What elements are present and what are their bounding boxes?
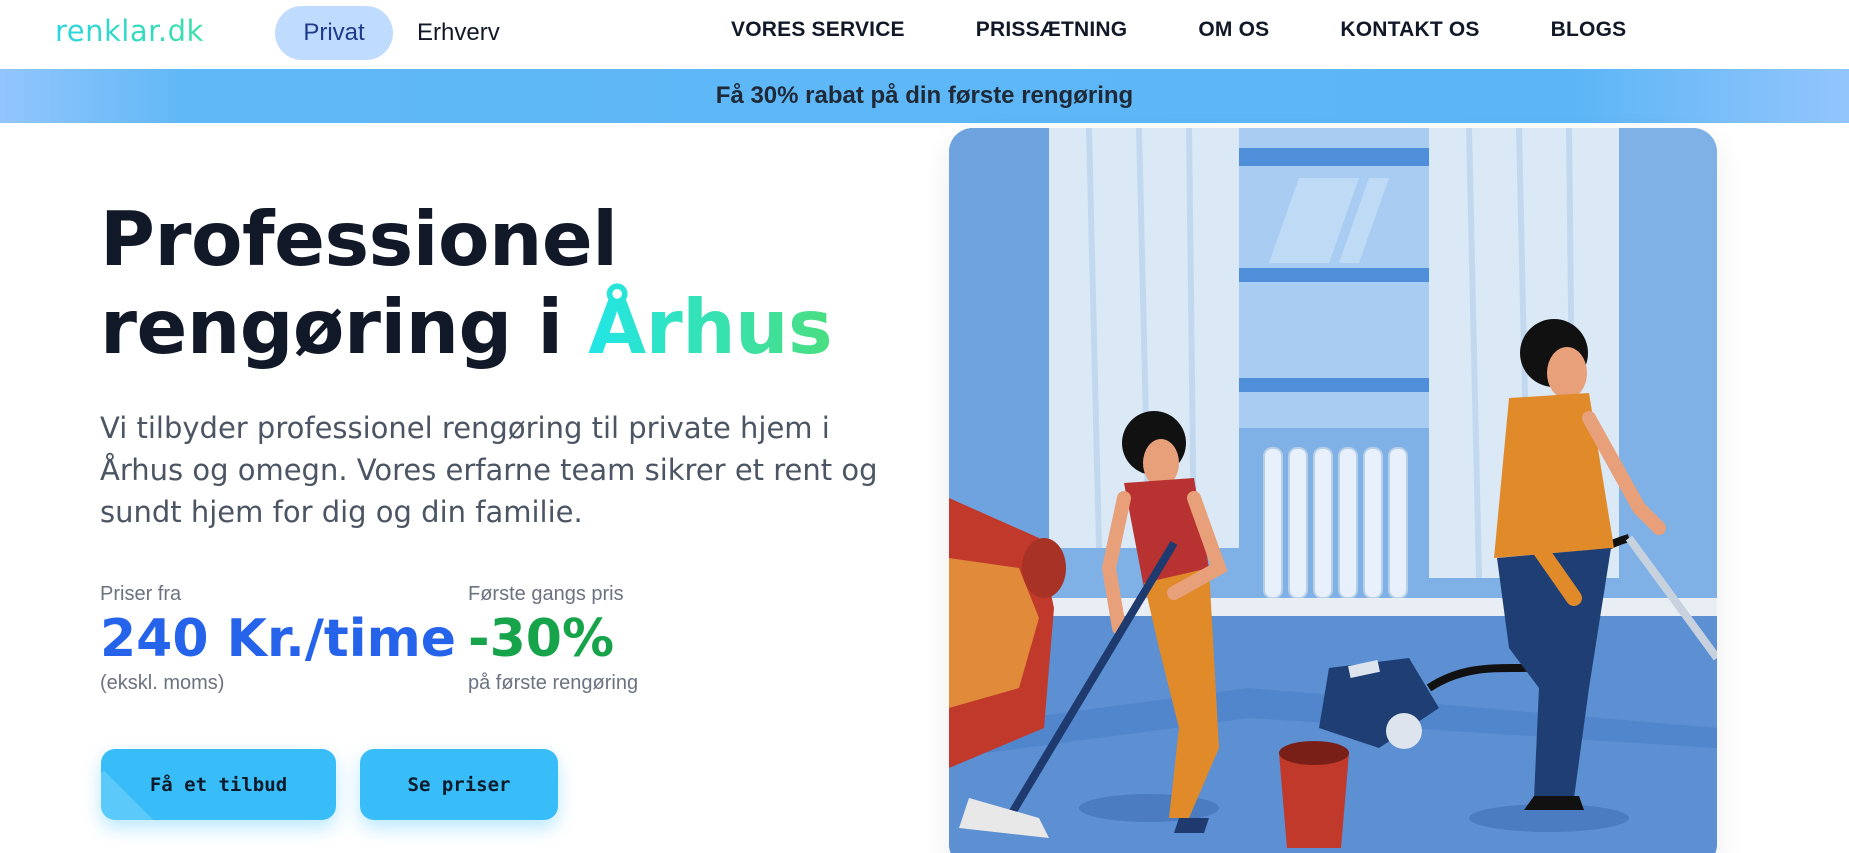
hero-title-line1: Professionel [100,195,618,283]
segment-privat[interactable]: Privat [275,6,393,60]
promo-banner: Få 30% rabat på din første rengøring [0,69,1849,123]
hero-title: Professionel rengøring i Århus [100,195,900,371]
nav-link-prissaetning[interactable]: PRISSÆTNING [976,18,1128,48]
get-quote-button[interactable]: Få et tilbud [101,749,336,820]
discount-stat-label: Første gangs pris [468,583,624,605]
discount-stat-note: på første rengøring [468,672,639,694]
cleaning-illustration-graphic [949,128,1717,853]
hero-title-line2: rengøring i [100,283,589,371]
discount-stat: Første gangs pris -30% på første rengøri… [468,583,638,695]
nav-link-kontakt-os[interactable]: KONTAKT OS [1340,18,1479,48]
discount-stat-value: -30% [468,609,615,669]
cleaning-illustration [949,128,1717,853]
price-stat-note: (ekskl. moms) [100,672,225,694]
top-navigation: renklar.dk Privat Erhverv VORES SERVICE … [0,0,1849,69]
see-prices-button[interactable]: Se priser [360,749,558,820]
main-menu: VORES SERVICE PRISSÆTNING OM OS KONTAKT … [731,18,1626,48]
logo[interactable]: renklar.dk [55,14,204,48]
nav-link-blogs[interactable]: BLOGS [1551,18,1627,48]
price-stat-value: 240 Kr./time [100,609,457,669]
hero-title-accent: Århus [588,283,833,371]
hero-description: Vi tilbyder professionel rengøring til p… [100,411,878,529]
segment-erhverv[interactable]: Erhverv [407,6,510,60]
nav-link-om-os[interactable]: OM OS [1198,18,1269,48]
price-stat: Priser fra 240 Kr./time (ekskl. moms) [100,583,456,695]
nav-link-vores-service[interactable]: VORES SERVICE [731,18,905,48]
price-stat-label: Priser fra [100,583,182,605]
promo-text: Få 30% rabat på din første rengøring [715,82,1134,109]
